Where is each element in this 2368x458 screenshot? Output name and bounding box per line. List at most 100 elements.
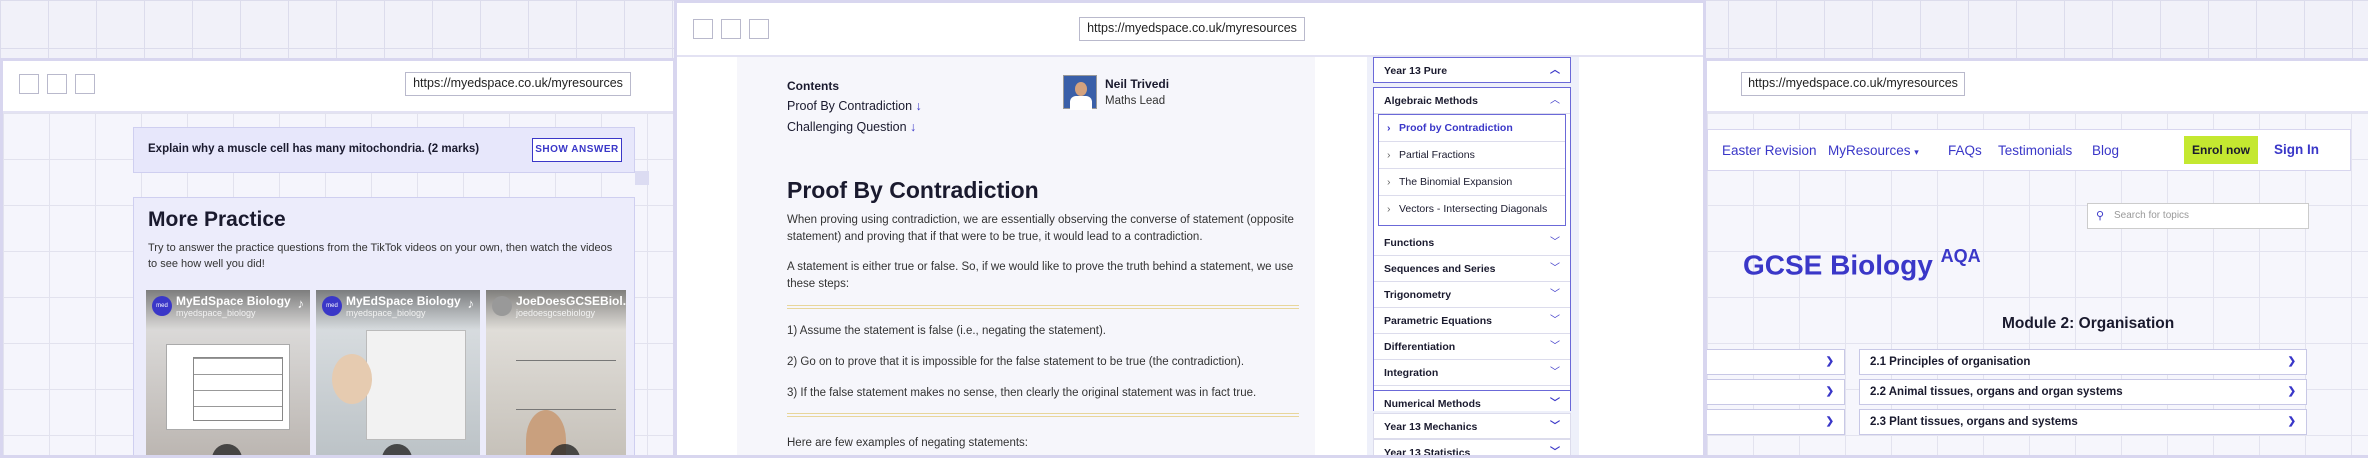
- section-description: Try to answer the practice questions fro…: [148, 242, 613, 270]
- topic-accordion[interactable]: 2.1 Principles of organisation ❯: [1859, 349, 2307, 375]
- channel-handle: joedoesgcsebiology: [516, 308, 596, 318]
- chevron-down-icon: ﹀: [1550, 289, 1560, 300]
- paragraph: When proving using contradiction, we are…: [787, 214, 1294, 243]
- sidebar-item-year13-mechanics[interactable]: Year 13 Mechanics ﹀: [1373, 413, 1571, 439]
- chevron-right-icon: ›: [1387, 149, 1391, 161]
- chevron-down-icon: ﹀: [1550, 421, 1560, 432]
- nav-link-testimonials[interactable]: Testimonials: [1998, 143, 2072, 158]
- search-placeholder: Search for topics: [2114, 210, 2190, 221]
- author-role: Maths Lead: [1105, 95, 1166, 107]
- question-card: Explain why a muscle cell has many mitoc…: [133, 127, 635, 173]
- tiktok-icon: ♪: [467, 296, 475, 311]
- chevron-down-icon: ▾: [1914, 147, 1919, 157]
- tiktok-video[interactable]: med MyEdSpace Biology myedspace_biology …: [316, 290, 480, 455]
- whiteboard-writing: [516, 360, 616, 410]
- sidebar-item-partial-fractions[interactable]: › Partial Fractions: [1379, 142, 1565, 169]
- site-nav: Easter Revision MyResources ▾ FAQs Testi…: [1707, 129, 2351, 171]
- sidebar-item-proof-by-contradiction[interactable]: › Proof by Contradiction: [1379, 115, 1565, 142]
- section-title: More Practice: [148, 208, 286, 231]
- arrow-down-icon: ↓: [910, 120, 917, 134]
- search-input[interactable]: ⚲ Search for topics: [2087, 203, 2309, 229]
- window-control[interactable]: [47, 74, 67, 94]
- paragraph: A statement is either true or false. So,…: [787, 261, 1294, 290]
- question-text: Explain why a muscle cell has many mitoc…: [148, 143, 480, 155]
- step-text: 2) Go on to prove that it is impossible …: [787, 356, 1245, 368]
- sidebar-item-trigonometry[interactable]: Trigonometry ﹀: [1374, 282, 1570, 308]
- article-heading: Proof By Contradiction: [787, 177, 1039, 203]
- sidebar-item-sequences[interactable]: Sequences and Series ﹀: [1374, 256, 1570, 282]
- presenter-image: [332, 354, 372, 404]
- channel-avatar: [492, 296, 512, 316]
- left-browser-window: https://myedspace.co.uk/myresources Expl…: [0, 58, 676, 458]
- contents-link[interactable]: Challenging Question ↓: [787, 120, 916, 134]
- exam-board: AQA: [1940, 246, 1981, 266]
- nav-link-easter-revision[interactable]: Easter Revision: [1722, 143, 1817, 158]
- topic-accordion[interactable]: ❯: [1707, 409, 1845, 435]
- sidebar-item-vectors[interactable]: › Vectors - Intersecting Diagonals: [1379, 196, 1565, 223]
- chevron-down-icon: ❯: [2287, 386, 2296, 397]
- topic-accordion[interactable]: ❯: [1707, 379, 1845, 405]
- sidebar-item-year13-statistics[interactable]: Year 13 Statistics ﹀: [1373, 439, 1571, 458]
- chevron-up-icon: ︿: [1550, 95, 1560, 106]
- browser-toolbar: https://myedspace.co.uk/myresources: [3, 61, 673, 113]
- page-content: Contents Proof By Contradiction ↓ Challe…: [677, 57, 1703, 455]
- topic-title: 2.3 Plant tissues, organs and systems: [1870, 416, 2078, 428]
- contents-link[interactable]: Proof By Contradiction ↓: [787, 99, 922, 113]
- right-browser-window: https://myedspace.co.uk/myresources East…: [1704, 58, 2368, 458]
- url-bar[interactable]: https://myedspace.co.uk/myresources: [405, 72, 631, 96]
- enrol-now-button[interactable]: Enrol now: [2184, 136, 2258, 164]
- url-bar[interactable]: https://myedspace.co.uk/myresources: [1079, 17, 1305, 41]
- chevron-down-icon: ❯: [1825, 386, 1834, 397]
- scroll-marker: [635, 171, 649, 185]
- sidebar-item-integration[interactable]: Integration ﹀: [1374, 360, 1570, 386]
- chevron-right-icon: ›: [1387, 122, 1391, 134]
- divider: [787, 305, 1299, 309]
- browser-toolbar: https://myedspace.co.uk/myresources: [1707, 61, 2368, 113]
- middle-browser-window: https://myedspace.co.uk/myresources Cont…: [674, 0, 1706, 458]
- show-answer-button[interactable]: SHOW ANSWER: [532, 138, 622, 162]
- tiktok-video[interactable]: med MyEdSpace Biology myedspace_biology …: [146, 290, 310, 455]
- window-control[interactable]: [75, 74, 95, 94]
- sidebar-item-differentiation[interactable]: Differentiation ﹀: [1374, 334, 1570, 360]
- tiktok-video[interactable]: JoeDoesGCSEBiol... joedoesgcsebiology ▶: [486, 290, 626, 455]
- chevron-right-icon: ›: [1387, 203, 1391, 215]
- whiteboard-image: [366, 330, 466, 440]
- url-bar[interactable]: https://myedspace.co.uk/myresources: [1741, 72, 1965, 96]
- chevron-down-icon: ﹀: [1550, 367, 1560, 378]
- channel-name: MyEdSpace Biology: [176, 294, 291, 308]
- worksheet-image: [166, 344, 290, 430]
- more-practice-card: More Practice Try to answer the practice…: [133, 197, 635, 455]
- window-control[interactable]: [749, 19, 769, 39]
- topic-title: 2.1 Principles of organisation: [1870, 356, 2031, 368]
- window-control[interactable]: [721, 19, 741, 39]
- channel-avatar: med: [152, 296, 172, 316]
- algebraic-methods-list: › Proof by Contradiction › Partial Fractio…: [1378, 114, 1566, 226]
- chevron-down-icon: ❯: [1825, 416, 1834, 427]
- chevron-down-icon: ❯: [2287, 356, 2296, 367]
- divider: [787, 413, 1299, 417]
- module-title: Module 2: Organisation: [2002, 315, 2175, 332]
- step-text: 3) If the false statement makes no sense…: [787, 387, 1257, 399]
- step-text: 1) Assume the statement is false (i.e., …: [787, 325, 1106, 337]
- nav-link-faqs[interactable]: FAQs: [1948, 143, 1982, 158]
- chevron-right-icon: ›: [1387, 176, 1391, 188]
- channel-name: JoeDoesGCSEBiol...: [516, 294, 626, 308]
- chevron-down-icon: ❯: [2287, 416, 2296, 427]
- page-content: Easter Revision MyResources ▾ FAQs Testi…: [1707, 113, 2368, 455]
- algebraic-methods-header[interactable]: Algebraic Methods ︿: [1374, 88, 1570, 114]
- sidebar-item-year13-pure[interactable]: Year 13 Pure ︿: [1373, 57, 1571, 83]
- window-control[interactable]: [19, 74, 39, 94]
- nav-link-myresources[interactable]: MyResources ▾: [1828, 143, 1919, 158]
- topic-accordion[interactable]: 2.2 Animal tissues, organs and organ sys…: [1859, 379, 2307, 405]
- sidebar-item-parametric[interactable]: Parametric Equations ﹀: [1374, 308, 1570, 334]
- topic-accordion[interactable]: ❯: [1707, 349, 1845, 375]
- topic-accordion[interactable]: 2.3 Plant tissues, organs and systems ❯: [1859, 409, 2307, 435]
- sidebar-item-functions[interactable]: Functions ﹀: [1374, 230, 1570, 256]
- chevron-down-icon: ❯: [1825, 356, 1834, 367]
- nav-link-blog[interactable]: Blog: [2092, 143, 2119, 158]
- window-control[interactable]: [693, 19, 713, 39]
- sign-in-link[interactable]: Sign In: [2274, 142, 2319, 157]
- sidebar-item-binomial-expansion[interactable]: › The Binomial Expansion: [1379, 169, 1565, 196]
- chevron-down-icon: ﹀: [1550, 447, 1560, 458]
- tiktok-icon: ♪: [297, 296, 305, 311]
